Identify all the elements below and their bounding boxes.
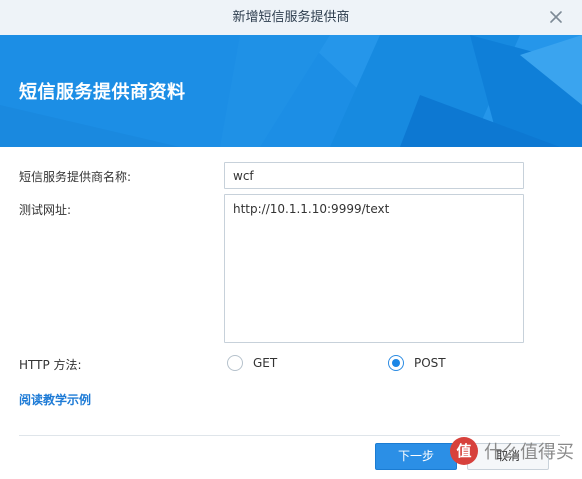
test-url-label: 测试网址: (19, 203, 72, 217)
header-banner: 短信服务提供商资料 (0, 35, 582, 147)
radio-post-circle[interactable] (388, 355, 404, 371)
radio-get[interactable]: GET (227, 355, 277, 371)
radio-get-circle[interactable] (227, 355, 243, 371)
provider-name-label: 短信服务提供商名称: (19, 170, 132, 184)
tutorial-link[interactable]: 阅读教学示例 (19, 391, 91, 408)
close-icon[interactable] (548, 9, 564, 25)
dialog: 新增短信服务提供商 短信服务提供商资料 短信服务提供商名称: 测试网址: htt… (0, 0, 582, 479)
test-url-textarea[interactable]: http://10.1.1.10:9999/text (224, 194, 524, 343)
cancel-button[interactable]: 取消 (467, 443, 549, 470)
title-bar: 新增短信服务提供商 (0, 0, 582, 36)
radio-get-label: GET (253, 356, 278, 370)
provider-name-input[interactable] (224, 162, 524, 189)
footer-divider (19, 435, 560, 436)
next-button[interactable]: 下一步 (375, 443, 457, 470)
http-method-label: HTTP 方法: (19, 358, 82, 372)
radio-post[interactable]: POST (388, 355, 446, 371)
dialog-title: 新增短信服务提供商 (232, 10, 350, 25)
banner-heading: 短信服务提供商资料 (19, 82, 186, 103)
radio-post-label: POST (414, 356, 446, 370)
